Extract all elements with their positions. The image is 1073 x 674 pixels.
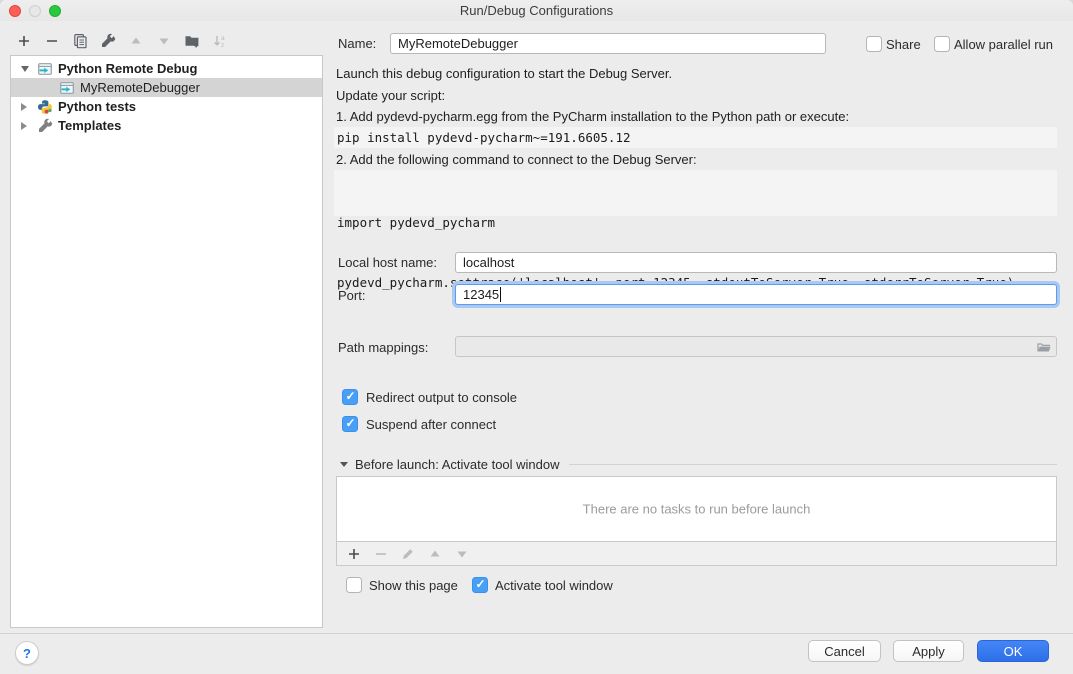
run-config-icon bbox=[59, 80, 75, 96]
before-launch-toolbar bbox=[337, 541, 1056, 565]
separator-line bbox=[569, 464, 1057, 465]
title-bar: Run/Debug Configurations bbox=[0, 0, 1073, 21]
collapse-arrow-icon bbox=[340, 462, 348, 467]
name-input[interactable] bbox=[390, 33, 826, 54]
move-task-down-icon bbox=[454, 546, 470, 562]
share-label: Share bbox=[886, 37, 921, 52]
move-up-icon bbox=[128, 33, 144, 49]
tree-item-label: Python Remote Debug bbox=[58, 61, 197, 76]
help-button[interactable]: ? bbox=[15, 641, 39, 665]
expand-arrow-icon[interactable] bbox=[21, 122, 37, 130]
python-tests-icon bbox=[37, 99, 53, 115]
activate-tool-window-checkbox[interactable] bbox=[472, 577, 488, 593]
question-mark-icon: ? bbox=[23, 646, 31, 661]
show-this-page-checkbox[interactable] bbox=[346, 577, 362, 593]
suspend-after-connect-checkbox[interactable] bbox=[342, 416, 358, 432]
redirect-output-checkbox[interactable] bbox=[342, 389, 358, 405]
configurations-toolbar: a z bbox=[16, 33, 228, 49]
activate-tool-window-label: Activate tool window bbox=[495, 578, 613, 593]
instruction-step1: 1. Add pydevd-pycharm.egg from the PyCha… bbox=[336, 109, 849, 124]
edit-task-pencil-icon bbox=[400, 546, 416, 562]
before-launch-empty-message: There are no tasks to run before launch bbox=[337, 502, 1056, 517]
settrace-command-line1: import pydevd_pycharm bbox=[337, 213, 1057, 233]
run-debug-configurations-dialog: Run/Debug Configurations bbox=[0, 0, 1073, 674]
add-configuration-icon[interactable] bbox=[16, 33, 32, 49]
svg-text:a: a bbox=[221, 35, 225, 42]
zoom-window-button[interactable] bbox=[49, 5, 61, 17]
instruction-intro: Launch this debug configuration to start… bbox=[336, 66, 672, 81]
ok-button[interactable]: OK bbox=[977, 640, 1049, 662]
sort-alphabetically-icon: a z bbox=[212, 33, 228, 49]
instruction-step2: 2. Add the following command to connect … bbox=[336, 152, 697, 167]
wrench-icon bbox=[37, 118, 53, 134]
before-launch-task-list[interactable]: There are no tasks to run before launch bbox=[337, 477, 1056, 541]
local-host-name-input[interactable] bbox=[455, 252, 1057, 273]
close-window-button[interactable] bbox=[9, 5, 21, 17]
tree-item-templates[interactable]: Templates bbox=[11, 116, 322, 135]
minimize-window-button bbox=[29, 5, 41, 17]
allow-parallel-run-label: Allow parallel run bbox=[954, 37, 1053, 52]
tree-item-label: Templates bbox=[58, 118, 121, 133]
collapse-arrow-icon[interactable] bbox=[21, 66, 37, 72]
new-folder-icon[interactable] bbox=[184, 33, 200, 49]
tree-item-python-tests[interactable]: Python tests bbox=[11, 97, 322, 116]
before-launch-header[interactable]: Before launch: Activate tool window bbox=[340, 457, 1057, 472]
cancel-button[interactable]: Cancel bbox=[808, 640, 881, 662]
path-mappings-label: Path mappings: bbox=[338, 340, 428, 355]
before-launch-title: Before launch: Activate tool window bbox=[355, 457, 560, 472]
move-task-up-icon bbox=[427, 546, 443, 562]
svg-text:z: z bbox=[221, 42, 224, 49]
path-mappings-input[interactable] bbox=[455, 336, 1057, 357]
port-input[interactable] bbox=[455, 284, 1057, 305]
run-config-icon bbox=[37, 61, 53, 77]
text-caret bbox=[500, 287, 501, 302]
dialog-footer: ? Cancel Apply OK bbox=[0, 633, 1073, 674]
tree-item-label: Python tests bbox=[58, 99, 136, 114]
expand-arrow-icon[interactable] bbox=[21, 103, 37, 111]
remove-configuration-icon[interactable] bbox=[44, 33, 60, 49]
port-label: Port: bbox=[338, 288, 365, 303]
copy-configuration-icon[interactable] bbox=[72, 33, 88, 49]
window-title: Run/Debug Configurations bbox=[460, 3, 613, 18]
share-checkbox[interactable] bbox=[866, 36, 882, 52]
tree-item-myremotedebugger[interactable]: MyRemoteDebugger bbox=[11, 78, 322, 97]
suspend-after-connect-label: Suspend after connect bbox=[366, 417, 496, 432]
browse-path-mappings-button[interactable] bbox=[1034, 338, 1054, 355]
local-host-name-label: Local host name: bbox=[338, 255, 437, 270]
tree-item-python-remote-debug[interactable]: Python Remote Debug bbox=[11, 59, 322, 78]
edit-templates-wrench-icon[interactable] bbox=[100, 33, 116, 49]
show-this-page-label: Show this page bbox=[369, 578, 458, 593]
tree-item-label: MyRemoteDebugger bbox=[80, 80, 200, 95]
remove-task-icon bbox=[373, 546, 389, 562]
before-launch-panel: There are no tasks to run before launch bbox=[336, 476, 1057, 566]
name-label: Name: bbox=[338, 36, 376, 51]
configurations-tree: Python Remote Debug MyRemoteDebugger Pyt… bbox=[10, 55, 323, 628]
instruction-update: Update your script: bbox=[336, 88, 445, 103]
add-task-icon[interactable] bbox=[346, 546, 362, 562]
apply-button[interactable]: Apply bbox=[893, 640, 964, 662]
traffic-lights bbox=[9, 5, 61, 17]
allow-parallel-run-checkbox[interactable] bbox=[934, 36, 950, 52]
folder-icon bbox=[1036, 339, 1052, 355]
redirect-output-label: Redirect output to console bbox=[366, 390, 517, 405]
pip-install-command: pip install pydevd-pycharm~=191.6605.12 bbox=[334, 127, 1057, 148]
settrace-command: import pydevd_pycharm pydevd_pycharm.set… bbox=[334, 170, 1057, 216]
move-down-icon bbox=[156, 33, 172, 49]
